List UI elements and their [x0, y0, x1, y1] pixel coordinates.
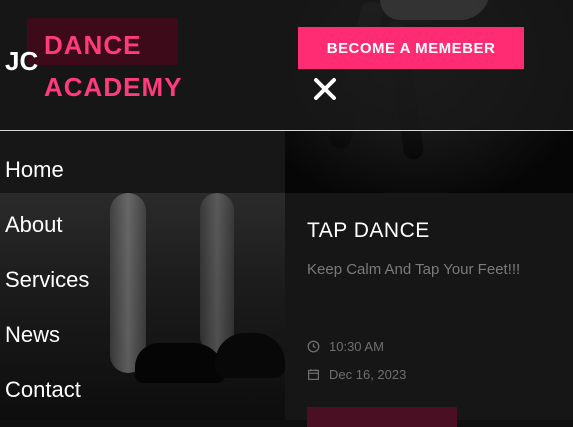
- card-button[interactable]: [307, 407, 457, 427]
- nav-item-news[interactable]: News: [5, 315, 89, 370]
- become-member-button[interactable]: BECOME A MEMEBER: [298, 27, 524, 69]
- logo-text-line2: ACADEMY: [44, 72, 183, 102]
- event-time-text: 10:30 AM: [329, 339, 384, 354]
- event-time: 10:30 AM: [307, 339, 384, 354]
- card-title: TAP DANCE: [307, 219, 430, 242]
- card-description: Keep Calm And Tap Your Feet!!!: [307, 261, 521, 278]
- event-date: Dec 16, 2023: [307, 367, 406, 382]
- nav-item-home[interactable]: Home: [5, 150, 89, 205]
- close-icon[interactable]: [312, 76, 338, 102]
- calendar-icon: [308, 369, 319, 380]
- nav-item-about[interactable]: About: [5, 205, 89, 260]
- logo-initials: JC: [5, 46, 39, 76]
- clock-icon: [307, 340, 320, 353]
- nav-item-services[interactable]: Services: [5, 260, 89, 315]
- event-card: TAP DANCE Keep Calm And Tap Your Feet!!!…: [285, 193, 573, 427]
- logo-text-line1: DANCE: [44, 30, 142, 60]
- event-date-text: Dec 16, 2023: [329, 367, 407, 382]
- logo-box: [27, 18, 178, 65]
- logo-text[interactable]: DANCE ACADEMY: [44, 24, 182, 108]
- main-nav: Home About Services News Contact: [5, 150, 89, 425]
- nav-item-contact[interactable]: Contact: [5, 370, 89, 425]
